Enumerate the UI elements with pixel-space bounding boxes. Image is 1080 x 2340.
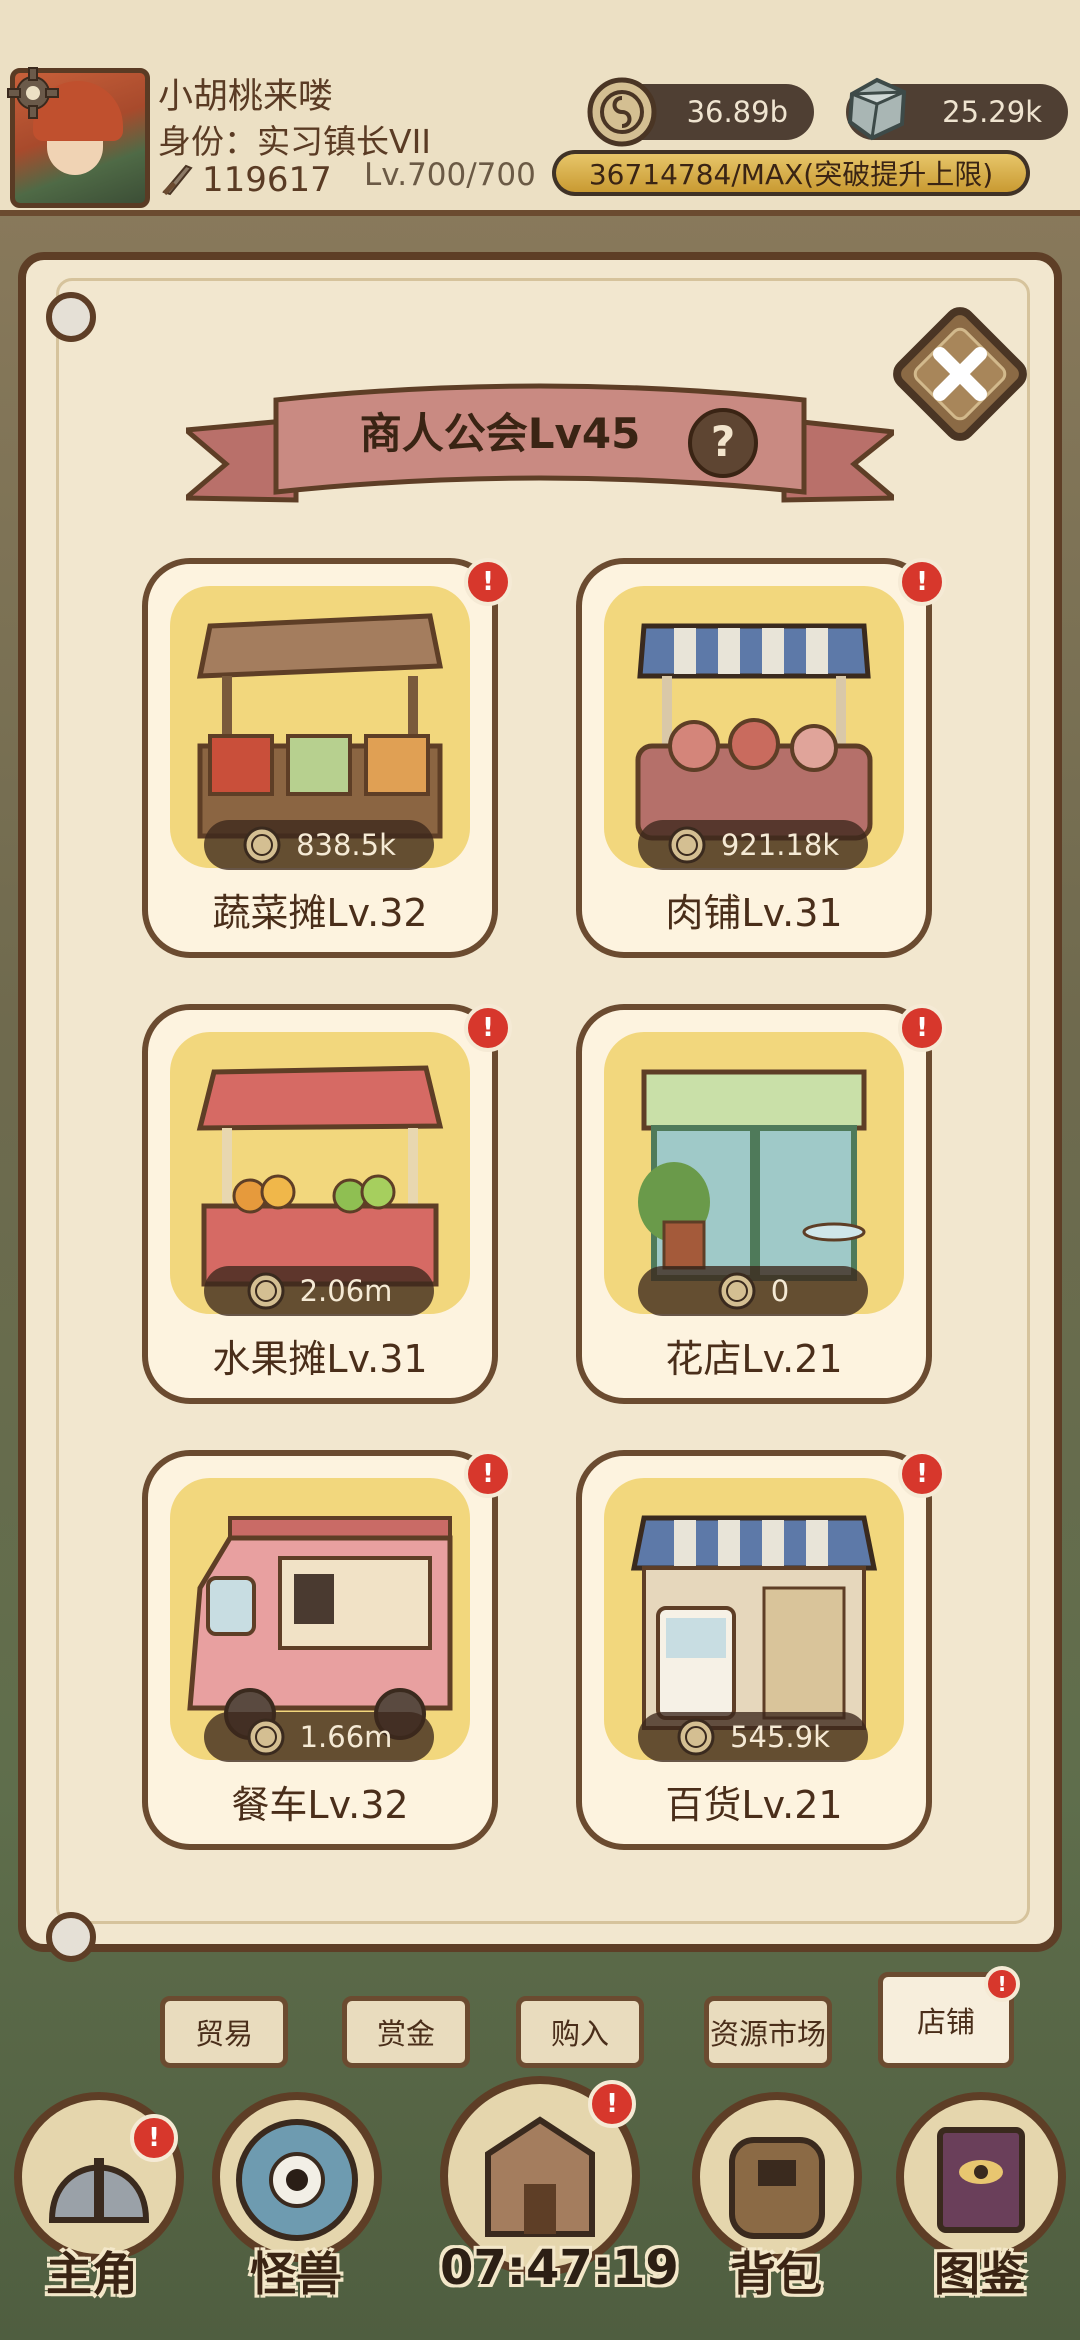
shop-label: 水果摊Lv.31 [212,1337,428,1381]
shop-card-department[interactable]: 545.9k 百货Lv.21 ! [576,1450,946,1850]
shop-value: 921.18k [720,828,840,862]
nav-backpack[interactable] [692,2092,862,2262]
ore-gem-icon [847,77,907,141]
alert-badge: ! [898,1004,946,1052]
codex-book-icon [937,2127,1025,2233]
nav-codex[interactable] [896,2092,1066,2262]
shop-label: 花店Lv.21 [665,1337,843,1381]
shop-value-pill: 2.06m [204,1266,434,1316]
shop-card-flower[interactable]: 0 花店Lv.21 ! [576,1004,946,1404]
nav-hero-badge: ! [130,2114,178,2162]
shop-value: 1.66m [299,1720,393,1754]
nav-monsters[interactable] [212,2092,382,2262]
shop-value-pill: 545.9k [638,1712,868,1762]
coin-icon [243,826,281,864]
coin-icon [247,1272,285,1310]
tab-bounty[interactable]: 赏金 [342,1996,470,2068]
shop-label: 餐车Lv.32 [231,1783,409,1827]
nav-town-badge: ! [588,2080,636,2128]
coin-icon [718,1272,756,1310]
player-level: Lv.700/700 [364,157,536,193]
player-role: 身份：实习镇长VII [158,122,432,161]
nav-hero-label: 主角 [46,2247,138,2301]
tab-shops-badge: ! [984,1966,1020,2002]
countdown-timer: 07:47:19 [440,2240,679,2296]
shop-card-butcher[interactable]: 921.18k 肉铺Lv.31 ! [576,558,946,958]
tab-trade[interactable]: 贸易 [160,1996,288,2068]
coin-icon [668,826,706,864]
sword-power-icon [162,164,193,196]
tab-purchase[interactable]: 购入 [516,1996,644,2068]
shop-value-pill: 921.18k [638,820,868,870]
shop-value: 0 [770,1274,790,1308]
shop-value: 838.5k [296,828,396,862]
shop-value-pill: 1.66m [204,1712,434,1762]
shop-label: 肉铺Lv.31 [665,891,843,935]
alert-badge: ! [464,1450,512,1498]
shop-label: 百货Lv.21 [665,1783,843,1827]
shop-card-vegetable[interactable]: 838.5k 蔬菜摊Lv.32 ! [142,558,512,958]
nav-monsters-label: 怪兽 [250,2247,342,2301]
shop-value: 2.06m [299,1274,393,1308]
shop-card-fruit[interactable]: 2.06m 水果摊Lv.31 ! [142,1004,512,1404]
pin-top-left [46,292,96,342]
alert-badge: ! [464,1004,512,1052]
alert-badge: ! [898,1450,946,1498]
exp-text: 36714784/MAX(突破提升上限) [588,158,994,191]
coin-icon [677,1718,715,1756]
alert-badge: ! [464,558,512,606]
pin-bottom-left [46,1912,96,1962]
settings-gear-icon[interactable] [6,66,60,120]
close-button[interactable] [882,296,1038,452]
guild-title: 商人公会Lv45 [359,409,641,458]
nav-codex-label: 图鉴 [934,2247,1026,2301]
player-name: 小胡桃来喽 [158,77,334,117]
backpack-icon [729,2137,825,2239]
power-value: 119617 [202,160,332,200]
shop-value-pill: 0 [638,1266,868,1316]
nav-backpack-label: 背包 [730,2247,822,2301]
monster-eye-icon [236,2119,358,2241]
shop-value-pill: 838.5k [204,820,434,870]
help-button[interactable]: ? [688,408,758,478]
shop-value: 545.9k [730,1720,830,1754]
tab-resource-market[interactable]: 资源市场 [704,1996,832,2068]
alert-badge: ! [898,558,946,606]
shop-card-foodtruck[interactable]: 1.66m 餐车Lv.32 ! [142,1450,512,1850]
coin-icon [247,1718,285,1756]
shop-label: 蔬菜摊Lv.32 [212,891,428,935]
coin-icon [587,77,657,147]
